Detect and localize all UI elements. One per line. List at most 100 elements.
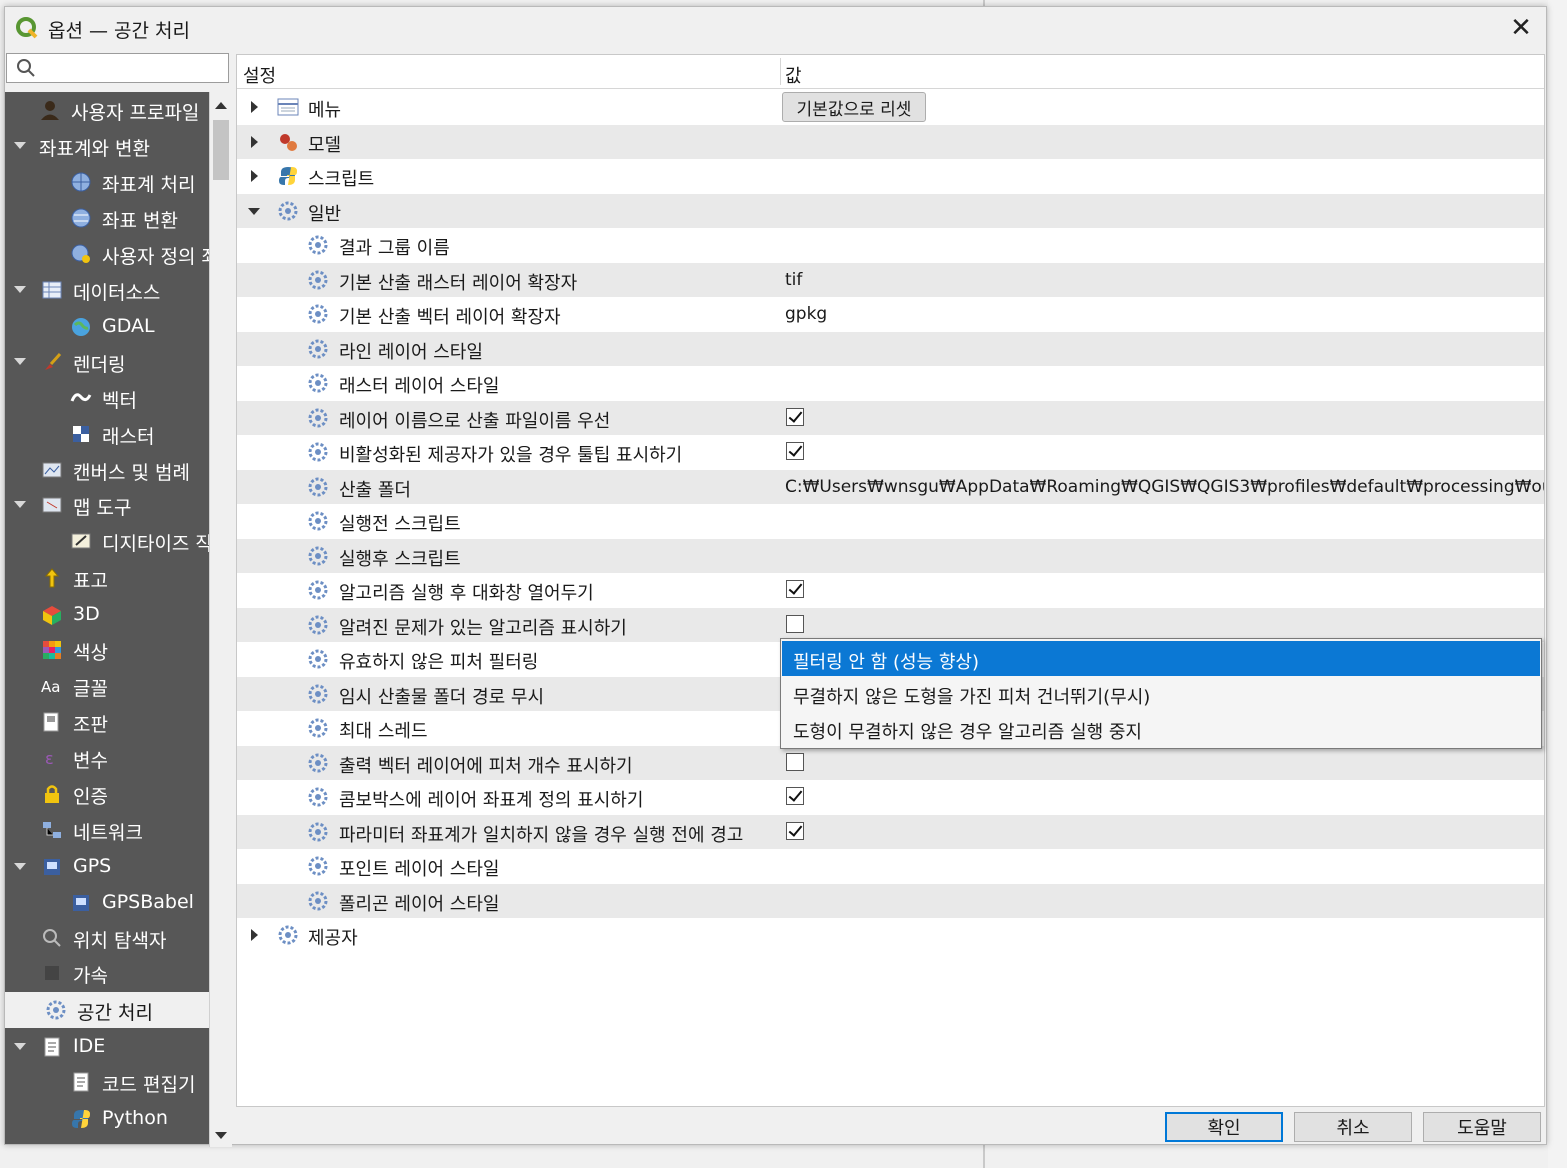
chevron-right-icon[interactable] <box>251 170 258 182</box>
chevron-right-icon[interactable] <box>251 101 258 113</box>
search-field[interactable] <box>6 53 229 83</box>
tree-row[interactable]: 실행전 스크립트 <box>237 504 1544 539</box>
dropdown-option-label: 도형이 무결하지 않은 경우 알고리즘 실행 중지 <box>793 722 1142 743</box>
tree-row[interactable]: 파라미터 좌표계가 일치하지 않을 경우 실행 전에 경고 <box>237 814 1544 849</box>
sidebar-item[interactable]: 좌표계 처리 <box>5 164 209 200</box>
chevron-down-icon[interactable] <box>14 358 26 365</box>
sidebar-item[interactable]: 좌표 변환 <box>5 200 209 236</box>
chevron-down-icon[interactable] <box>14 863 26 870</box>
sidebar-item[interactable]: Python <box>5 1101 209 1137</box>
sidebar-item[interactable]: 래스터 <box>5 416 209 452</box>
sidebar-item[interactable]: 데이터소스 <box>5 272 209 308</box>
sidebar-item[interactable]: 좌표계와 변환 <box>5 128 209 164</box>
tree-row[interactable]: 라인 레이어 스타일 <box>237 331 1544 366</box>
tree-row[interactable]: 기본 산출 벡터 레이어 확장자 gpkg <box>237 297 1544 332</box>
setting-checkbox[interactable] <box>786 787 804 805</box>
tree-row[interactable]: 스크립트 <box>237 159 1544 194</box>
chevron-right-icon[interactable] <box>251 929 258 941</box>
chevron-down-icon[interactable] <box>14 501 26 508</box>
sidebar-item[interactable]: ε 변수 <box>5 740 209 776</box>
sidebar-item[interactable]: 공간 처리 <box>5 992 209 1028</box>
sidebar-item[interactable]: 벡터 <box>5 380 209 416</box>
tree-row[interactable]: 비활성화된 제공자가 있을 경우 툴팁 표시하기 <box>237 435 1544 470</box>
sidebar-item-label: 공간 처리 <box>77 1002 153 1024</box>
sidebar-item[interactable]: 맵 도구 <box>5 487 209 523</box>
chevron-down-icon[interactable] <box>14 142 26 149</box>
tree-row[interactable]: 기본 산출 래스터 레이어 확장자 tif <box>237 262 1544 297</box>
tree-row[interactable]: 래스터 레이어 스타일 <box>237 366 1544 401</box>
sidebar-item[interactable]: GDAL <box>5 309 209 345</box>
tree-row[interactable]: 레이어 이름으로 산출 파일이름 우선 <box>237 400 1544 435</box>
sidebar-item[interactable]: 캔버스 및 범례 <box>5 452 209 488</box>
setting-value[interactable]: C:₩Users₩wnsgu₩AppData₩Roaming₩QGIS₩QGIS… <box>785 477 1544 497</box>
tree-row[interactable]: 출력 벡터 레이어에 피처 개수 표시하기 <box>237 745 1544 780</box>
sidebar-item[interactable]: 사용자 프로파일 <box>5 92 209 128</box>
sidebar-item[interactable]: 렌더링 <box>5 344 209 380</box>
sidebar-item[interactable]: 표고 <box>5 560 209 596</box>
gear-icon <box>308 684 328 703</box>
scrollbar-thumb[interactable] <box>213 120 229 180</box>
sidebar-item[interactable]: 위치 탐색자 <box>5 920 209 956</box>
setting-checkbox[interactable] <box>786 580 804 598</box>
sidebar-item[interactable]: 가속 <box>5 955 209 991</box>
chevron-right-icon[interactable] <box>251 135 258 148</box>
sidebar-item[interactable]: 디지타이즈 작 <box>5 523 209 559</box>
tree-row[interactable]: 제공자 <box>237 918 1544 953</box>
sidebar-item[interactable]: GPSBabel <box>5 885 209 921</box>
tree-row[interactable]: 실행후 스크립트 <box>237 538 1544 573</box>
sidebar-item[interactable]: 색상 <box>5 632 209 668</box>
ok-button[interactable]: 확인 <box>1165 1112 1283 1142</box>
network-icon <box>43 822 61 838</box>
setting-checkbox[interactable] <box>786 614 804 633</box>
dropdown-option[interactable]: 도형이 무결하지 않은 경우 알고리즘 실행 중지 <box>782 711 1540 746</box>
help-button[interactable]: 도움말 <box>1423 1112 1541 1142</box>
chevron-down-icon[interactable] <box>248 207 260 215</box>
tree-row[interactable]: 포인트 레이어 스타일 <box>237 849 1544 884</box>
sidebar-item[interactable]: 조판 <box>5 704 209 740</box>
header-setting[interactable]: 설정 <box>243 62 276 88</box>
tree-row[interactable]: 일반 <box>237 193 1544 228</box>
scroll-up-arrow-icon[interactable] <box>215 102 227 109</box>
tree-row[interactable]: 콤보박스에 레이어 좌표계 정의 표시하기 <box>237 780 1544 815</box>
colors-icon <box>43 641 61 659</box>
dropdown-option[interactable]: 필터링 안 함 (성능 향상) <box>782 641 1540 676</box>
tree-row[interactable]: 알려진 문제가 있는 알고리즘 표시하기 <box>237 607 1544 642</box>
dropdown-option[interactable]: 무결하지 않은 도형을 가진 피처 건너뛰기(무시) <box>782 676 1540 711</box>
sidebar-item[interactable]: 인증 <box>5 776 209 812</box>
sidebar-item[interactable]: GPS <box>5 849 209 885</box>
scroll-down-arrow-icon[interactable] <box>215 1132 227 1139</box>
tree-row[interactable]: 모델 <box>237 124 1544 159</box>
tree-row[interactable]: 알고리즘 실행 후 대화창 열어두기 <box>237 573 1544 608</box>
setting-checkbox[interactable] <box>786 442 804 460</box>
setting-checkbox[interactable] <box>786 821 804 840</box>
variables-icon: ε <box>45 749 54 768</box>
sidebar-item-label: 좌표 변환 <box>102 210 178 232</box>
reset-default-button[interactable]: 기본값으로 리셋 <box>782 92 926 122</box>
chevron-down-icon[interactable] <box>14 286 26 293</box>
model-icon <box>280 133 297 151</box>
setting-checkbox[interactable] <box>786 407 804 426</box>
setting-value[interactable]: gpkg <box>785 304 827 324</box>
cancel-button[interactable]: 취소 <box>1294 1112 1412 1142</box>
sidebar-item[interactable]: Aa 글꼴 <box>5 668 209 704</box>
sidebar-item[interactable]: 코드 편집기 <box>5 1064 209 1100</box>
close-button[interactable]: ✕ <box>1504 11 1538 45</box>
background-divider <box>983 1142 985 1168</box>
tree-row[interactable]: 메뉴 기본값으로 리셋 <box>237 90 1544 125</box>
setting-name: 최대 스레드 <box>339 721 428 742</box>
sidebar-item[interactable]: 네트워크 <box>5 812 209 848</box>
setting-checkbox[interactable] <box>786 752 804 771</box>
setting-value[interactable]: tif <box>785 270 802 290</box>
sidebar-item[interactable]: 3D <box>5 597 209 633</box>
sidebar-scrollbar[interactable] <box>209 92 232 1147</box>
tree-row[interactable]: 산출 폴더 C:₩Users₩wnsgu₩AppData₩Roaming₩QGIS… <box>237 469 1544 504</box>
header-value[interactable]: 값 <box>785 62 802 88</box>
tree-header: 설정 값 <box>237 55 1544 89</box>
gear-icon <box>308 718 328 738</box>
search-input[interactable] <box>43 57 227 81</box>
tree-row[interactable]: 폴리곤 레이어 스타일 <box>237 883 1544 918</box>
chevron-down-icon[interactable] <box>14 1043 26 1050</box>
sidebar-item[interactable]: 사용자 정의 좌 <box>5 236 209 272</box>
sidebar-item[interactable]: IDE <box>5 1029 209 1065</box>
tree-row[interactable]: 결과 그룹 이름 <box>237 228 1544 263</box>
